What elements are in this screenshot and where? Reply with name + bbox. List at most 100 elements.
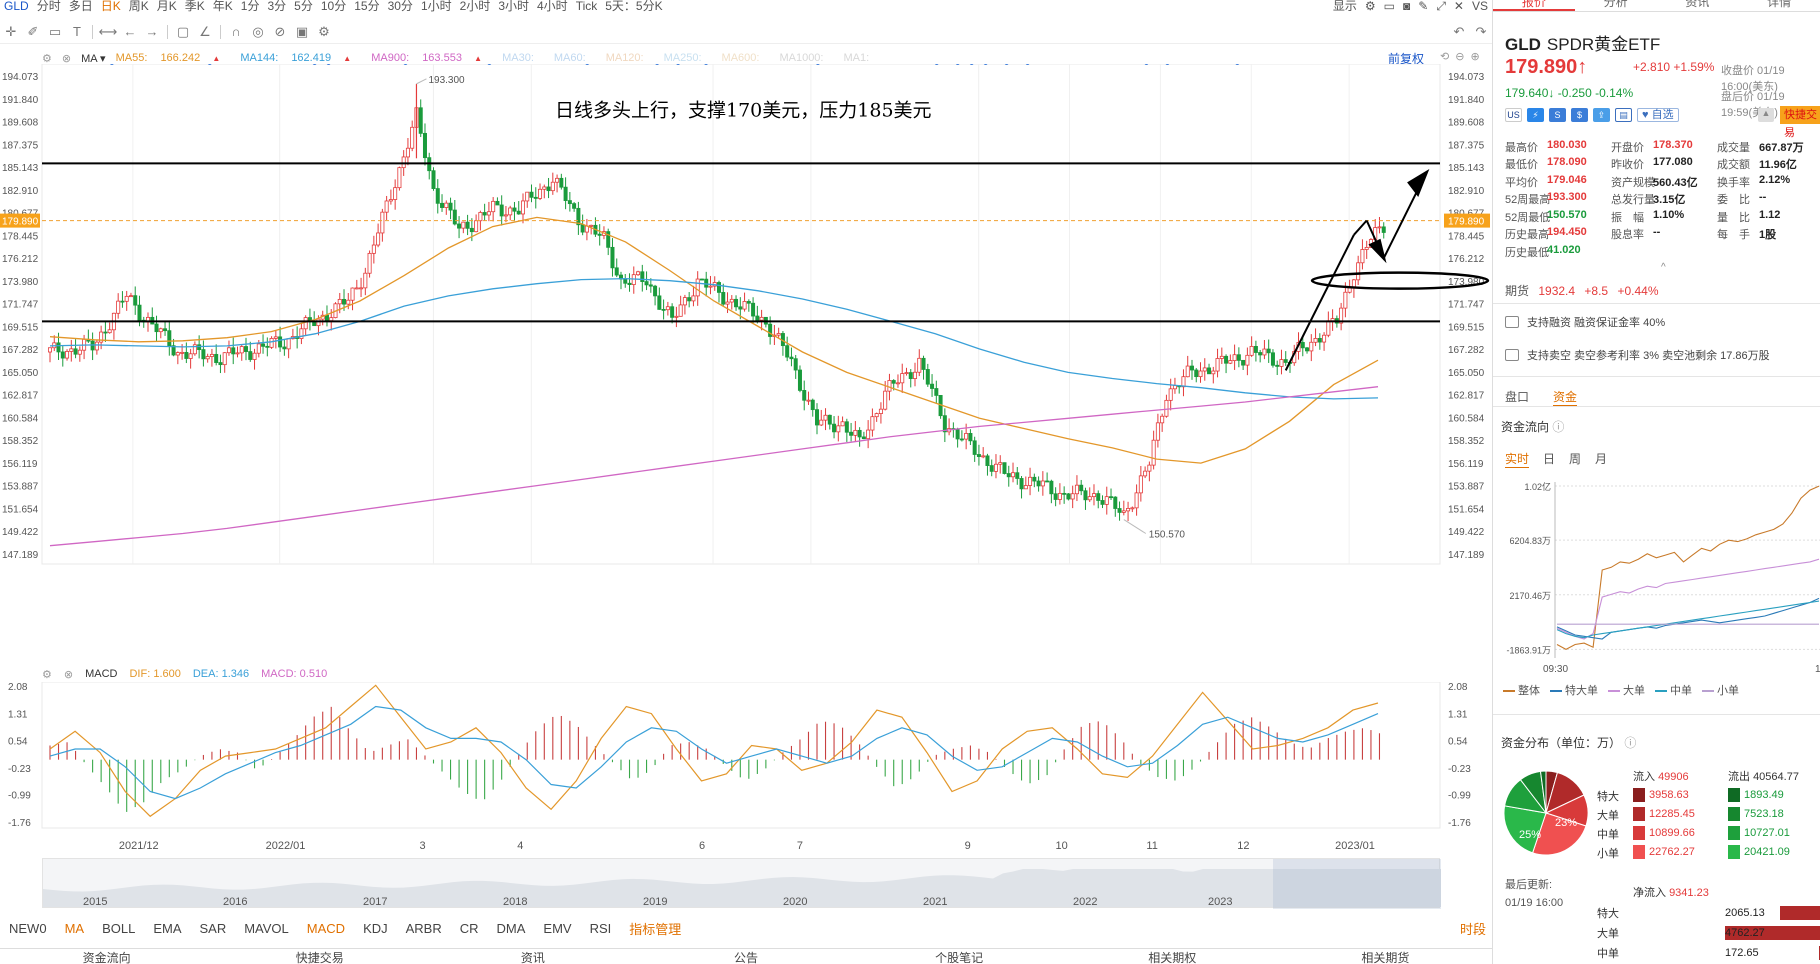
- period-2[interactable]: 日K: [97, 0, 125, 12]
- symbol-label[interactable]: GLD: [0, 0, 33, 12]
- note-icon[interactable]: ▤: [1615, 108, 1632, 122]
- redo-icon[interactable]: ↷: [1470, 23, 1492, 41]
- ma-item-4[interactable]: MA60:: [554, 52, 596, 64]
- indicator-6[interactable]: MACD: [298, 921, 354, 936]
- close-icon[interactable]: ⊗: [62, 52, 71, 65]
- dollar-badge[interactable]: $: [1571, 108, 1588, 122]
- indicator-4[interactable]: SAR: [190, 921, 235, 936]
- fast-trade-button[interactable]: 快捷交易: [1780, 106, 1820, 139]
- arrow-right-icon[interactable]: →: [141, 23, 163, 41]
- overview-window[interactable]: [1273, 859, 1441, 909]
- gear-icon[interactable]: ⚙: [313, 23, 335, 41]
- bottom-tab-3[interactable]: 公告: [639, 949, 852, 964]
- indicator-13[interactable]: 指标管理: [620, 919, 690, 938]
- macd-chart[interactable]: 2.08 2.08 1.31 1.31 0.54 0.54 -0.23 -0.23 -0.99 -…: [0, 682, 1492, 832]
- tab-week[interactable]: 周: [1569, 450, 1581, 468]
- period-3[interactable]: 周K: [125, 0, 153, 12]
- period-10[interactable]: 10分: [317, 0, 350, 12]
- bottom-tab-2[interactable]: 资讯: [426, 949, 639, 964]
- tab-orderbook[interactable]: 盘口: [1505, 388, 1529, 407]
- period-7[interactable]: 1分: [237, 0, 264, 12]
- bottom-tab-0[interactable]: 资金流向: [0, 949, 213, 964]
- ruler-icon[interactable]: ∠: [194, 23, 216, 41]
- bottom-tab-5[interactable]: 相关期权: [1066, 949, 1279, 964]
- pencil-icon[interactable]: ✐: [22, 23, 44, 41]
- pen-icon[interactable]: ✎: [1414, 0, 1432, 12]
- ma-item-7[interactable]: MA600:: [722, 52, 770, 64]
- layout-icon[interactable]: ▭: [1380, 0, 1399, 12]
- indicator-8[interactable]: ARBR: [397, 921, 451, 936]
- crosshair-icon[interactable]: ✛: [0, 23, 22, 41]
- indicator-12[interactable]: RSI: [581, 921, 621, 936]
- overview-navigator[interactable]: 2015 2016 2017 2018 2019 2020 2021 2022 2023: [42, 858, 1443, 909]
- zoom-out-icon[interactable]: ⊖: [1455, 50, 1464, 63]
- s-badge[interactable]: S: [1549, 108, 1566, 122]
- info-icon[interactable]: ⓘ: [1552, 420, 1564, 434]
- indicator-9[interactable]: CR: [451, 921, 488, 936]
- quote-tab-0[interactable]: 报价: [1493, 0, 1575, 11]
- indicator-10[interactable]: DMA: [488, 921, 535, 936]
- rect-icon[interactable]: ▭: [44, 23, 66, 41]
- period-12[interactable]: 30分: [384, 0, 417, 12]
- quote-tab-3[interactable]: 详情: [1738, 0, 1820, 11]
- period-9[interactable]: 5分: [290, 0, 317, 12]
- close-icon[interactable]: ⊗: [64, 668, 73, 681]
- indicator-0[interactable]: NEW0: [0, 921, 56, 936]
- period-5[interactable]: 季K: [181, 0, 209, 12]
- ma-item-6[interactable]: MA250:: [664, 52, 712, 64]
- share-icon[interactable]: ⇪: [1593, 108, 1610, 122]
- trash-icon[interactable]: ▣: [291, 23, 313, 41]
- watchlist-button[interactable]: ♥ 自选: [1637, 108, 1679, 122]
- gear-icon[interactable]: ⚙: [1361, 0, 1380, 12]
- candlestick-chart[interactable]: 194.073 194.073 191.840 191.840 189.608 189.6…: [0, 64, 1492, 664]
- ma-item-5[interactable]: MA120:: [606, 52, 654, 64]
- ma-name[interactable]: MA ▾: [81, 52, 105, 65]
- indicator-7[interactable]: KDJ: [354, 921, 397, 936]
- zoom-in-icon[interactable]: ⊕: [1470, 50, 1479, 63]
- period-15[interactable]: 3小时: [494, 0, 533, 12]
- futures-row[interactable]: 期货 1932.4 +8.5 +0.44%: [1505, 282, 1659, 299]
- lightning-icon[interactable]: ⚡: [1527, 108, 1544, 122]
- vs-button[interactable]: VS: [1468, 0, 1492, 12]
- comment-icon[interactable]: ▢: [172, 23, 194, 41]
- period-4[interactable]: 月K: [153, 0, 181, 12]
- period-16[interactable]: 4小时: [533, 0, 572, 12]
- text-icon[interactable]: T: [66, 23, 88, 41]
- close-icon[interactable]: ✕: [1450, 0, 1468, 12]
- settings-icon[interactable]: ⚙: [42, 52, 52, 65]
- measure-icon[interactable]: ⟷: [97, 23, 119, 41]
- lock-icon[interactable]: ⊘: [269, 23, 291, 41]
- period-6[interactable]: 年K: [209, 0, 237, 12]
- bottom-tab-4[interactable]: 个股笔记: [853, 949, 1066, 964]
- indicator-11[interactable]: EMV: [534, 921, 580, 936]
- magnet-icon[interactable]: ∩: [225, 23, 247, 41]
- ma-item-9[interactable]: MA1:: [843, 52, 879, 64]
- quote-tab-2[interactable]: 资讯: [1657, 0, 1739, 11]
- ma-item-2[interactable]: MA900: 163.553 ▲: [371, 52, 492, 64]
- period-17[interactable]: Tick: [572, 0, 602, 12]
- tab-day[interactable]: 日: [1543, 450, 1555, 468]
- indicator-1[interactable]: MA: [56, 921, 94, 936]
- indicator-5[interactable]: MAVOL: [235, 921, 298, 936]
- ma-item-1[interactable]: MA144: 162.419 ▲: [240, 52, 361, 64]
- tab-realtime[interactable]: 实时: [1505, 450, 1530, 468]
- camera-icon[interactable]: ◙: [1399, 0, 1414, 12]
- ma-item-0[interactable]: MA55: 166.242 ▲: [116, 52, 231, 64]
- display-menu[interactable]: 显示: [1329, 0, 1361, 12]
- period-14[interactable]: 2小时: [456, 0, 495, 12]
- period-0[interactable]: 分时: [33, 0, 65, 12]
- collapse-icon[interactable]: ^: [1661, 262, 1666, 273]
- arrow-left-icon[interactable]: ←: [119, 23, 141, 41]
- expand-icon[interactable]: ⤢: [1432, 0, 1450, 12]
- indicator-3[interactable]: EMA: [144, 921, 190, 936]
- tab-month[interactable]: 月: [1595, 450, 1607, 468]
- eye-icon[interactable]: ◎: [247, 23, 269, 41]
- period-13[interactable]: 1小时: [417, 0, 456, 12]
- quote-tab-1[interactable]: 分析: [1575, 0, 1657, 11]
- bottom-tab-6[interactable]: 相关期货: [1279, 949, 1492, 964]
- period-8[interactable]: 3分: [263, 0, 290, 12]
- ma-item-3[interactable]: MA30:: [502, 52, 544, 64]
- period-1[interactable]: 多日: [65, 0, 97, 12]
- bottom-tab-1[interactable]: 快捷交易: [213, 949, 426, 964]
- tab-capital[interactable]: 资金: [1553, 388, 1578, 407]
